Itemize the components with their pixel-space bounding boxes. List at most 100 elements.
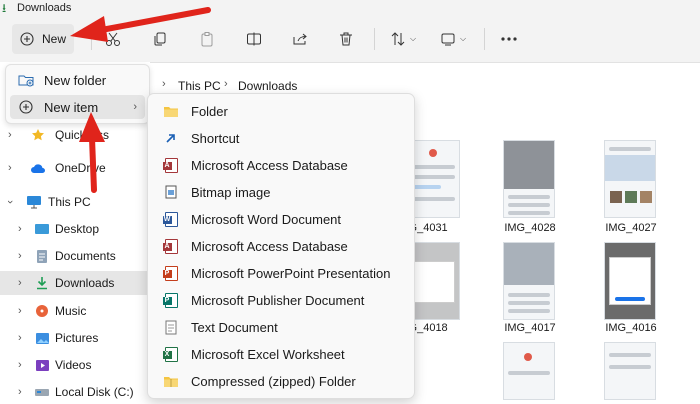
file-thumbnail[interactable] — [604, 342, 656, 400]
file-thumbnail[interactable] — [503, 140, 555, 218]
new-item-submenu: Folder Shortcut A Microsoft Access Datab… — [147, 93, 415, 399]
view-button[interactable]: ⌵ — [433, 24, 473, 54]
word-icon: W — [162, 210, 180, 228]
file-name[interactable]: IMG_4017 — [480, 322, 580, 334]
excel-icon: X — [162, 345, 180, 363]
copy-button[interactable] — [145, 24, 175, 54]
text-icon — [162, 318, 180, 336]
thumbnail-detail — [524, 353, 532, 361]
thumbnail-detail — [413, 197, 455, 201]
breadcrumb-downloads[interactable]: Downloads — [238, 79, 297, 93]
nav-item-label: This PC — [48, 195, 91, 209]
thumbnail-detail — [609, 353, 651, 357]
file-thumbnail[interactable] — [408, 242, 460, 320]
cut-icon — [105, 31, 121, 47]
submenu-item-access[interactable]: A Microsoft Access Database — [152, 152, 410, 178]
music-icon — [34, 303, 50, 319]
file-thumbnail[interactable] — [408, 140, 460, 218]
thumbnail-map — [504, 243, 554, 285]
videos-icon — [34, 357, 50, 373]
submenu-item-excel[interactable]: X Microsoft Excel Worksheet — [152, 341, 410, 367]
toolbar-divider — [374, 28, 375, 50]
chevron-down-icon: › — [3, 200, 16, 204]
submenu-item-shortcut[interactable]: Shortcut — [152, 125, 410, 151]
submenu-item-label: Microsoft Access Database — [191, 238, 348, 254]
thumbnail-detail — [413, 175, 455, 179]
submenu-item-label: Compressed (zipped) Folder — [191, 373, 356, 389]
nav-item-downloads[interactable]: › Downloads — [0, 271, 150, 295]
new-button[interactable]: New — [12, 24, 74, 54]
submenu-item-powerpoint[interactable]: P Microsoft PowerPoint Presentation — [152, 260, 410, 286]
breadcrumb-this-pc[interactable]: This PC — [178, 79, 221, 93]
file-name[interactable]: IMG_4016 — [581, 322, 681, 334]
window-title: Downloads — [17, 2, 72, 14]
nav-item-label: Music — [55, 304, 87, 318]
title-bar: ⭳ Downloads — [0, 0, 700, 16]
nav-item-label: Videos — [55, 358, 92, 372]
submenu-item-access[interactable]: A Microsoft Access Database — [152, 233, 410, 259]
nav-item-onedrive[interactable]: › OneDrive — [0, 156, 150, 180]
thumbnail-detail — [610, 191, 622, 203]
submenu-item-label: Microsoft Excel Worksheet — [191, 346, 345, 362]
cut-button[interactable] — [98, 24, 128, 54]
file-name[interactable]: IMG_4027 — [581, 222, 681, 234]
thumbnail-detail — [508, 211, 550, 215]
thumbnail-map — [605, 155, 655, 181]
submenu-item-zip[interactable]: Compressed (zipped) Folder — [152, 368, 410, 394]
thumbnail-detail — [609, 365, 651, 369]
share-button[interactable] — [285, 24, 315, 54]
thumbnail-detail — [508, 301, 550, 305]
thumbnail-detail — [413, 261, 455, 303]
menu-item-new-folder[interactable]: New folder — [10, 68, 145, 92]
file-thumbnail[interactable] — [604, 140, 656, 218]
nav-item-local-disk[interactable]: › Local Disk (C:) — [0, 380, 150, 404]
file-thumbnail[interactable] — [604, 242, 656, 320]
nav-item-this-pc[interactable]: › This PC — [0, 190, 150, 214]
submenu-item-folder[interactable]: Folder — [152, 98, 410, 124]
chevron-down-icon: ⌵ — [409, 34, 417, 43]
thumbnail-detail — [508, 195, 550, 199]
nav-item-music[interactable]: › Music — [0, 299, 150, 323]
nav-item-quick-access[interactable]: › Quick ss — [0, 123, 150, 147]
menu-item-new-item[interactable]: New item › — [10, 95, 145, 119]
toolbar-divider — [484, 28, 485, 50]
file-thumbnail[interactable] — [503, 342, 555, 400]
submenu-item-text[interactable]: Text Document — [152, 314, 410, 340]
thumbnail-map — [504, 141, 554, 189]
new-button-label: New — [42, 32, 67, 46]
thumbnail-detail — [413, 165, 455, 169]
star-icon — [30, 127, 46, 143]
submenu-item-publisher[interactable]: P Microsoft Publisher Document — [152, 287, 410, 313]
chevron-right-icon: › — [18, 332, 22, 344]
submenu-item-label: Folder — [191, 103, 228, 119]
thumbnail-detail — [508, 309, 550, 313]
nav-item-pictures[interactable]: › Pictures — [0, 326, 150, 350]
more-options-button[interactable] — [494, 24, 524, 54]
chevron-right-icon: › — [18, 250, 22, 262]
submenu-item-bitmap[interactable]: Bitmap image — [152, 179, 410, 205]
chevron-right-icon: › — [18, 277, 22, 289]
nav-item-label: Desktop — [55, 222, 100, 236]
shortcut-icon — [162, 129, 180, 147]
view-icon — [440, 31, 456, 47]
submenu-item-label: Text Document — [191, 319, 278, 335]
thumbnail-detail — [508, 203, 550, 207]
submenu-item-label: Bitmap image — [191, 184, 271, 200]
rename-button[interactable] — [239, 24, 269, 54]
submenu-item-word[interactable]: W Microsoft Word Document — [152, 206, 410, 232]
delete-icon — [338, 31, 354, 47]
nav-item-documents[interactable]: › Documents — [0, 244, 150, 268]
paste-button[interactable] — [192, 24, 222, 54]
access-icon: A — [162, 237, 180, 255]
file-thumbnail[interactable] — [503, 242, 555, 320]
folder-icon — [162, 102, 180, 120]
delete-button[interactable] — [331, 24, 361, 54]
nav-item-videos[interactable]: › Videos — [0, 353, 150, 377]
sort-button[interactable]: ⌵ — [383, 24, 423, 54]
submenu-item-label: Microsoft PowerPoint Presentation — [191, 265, 391, 281]
cloud-icon — [30, 160, 46, 176]
file-name[interactable]: IMG_4028 — [480, 222, 580, 234]
menu-item-label: New folder — [44, 72, 107, 88]
chevron-down-icon: ⌵ — [459, 34, 467, 43]
nav-item-desktop[interactable]: › Desktop — [0, 217, 150, 241]
